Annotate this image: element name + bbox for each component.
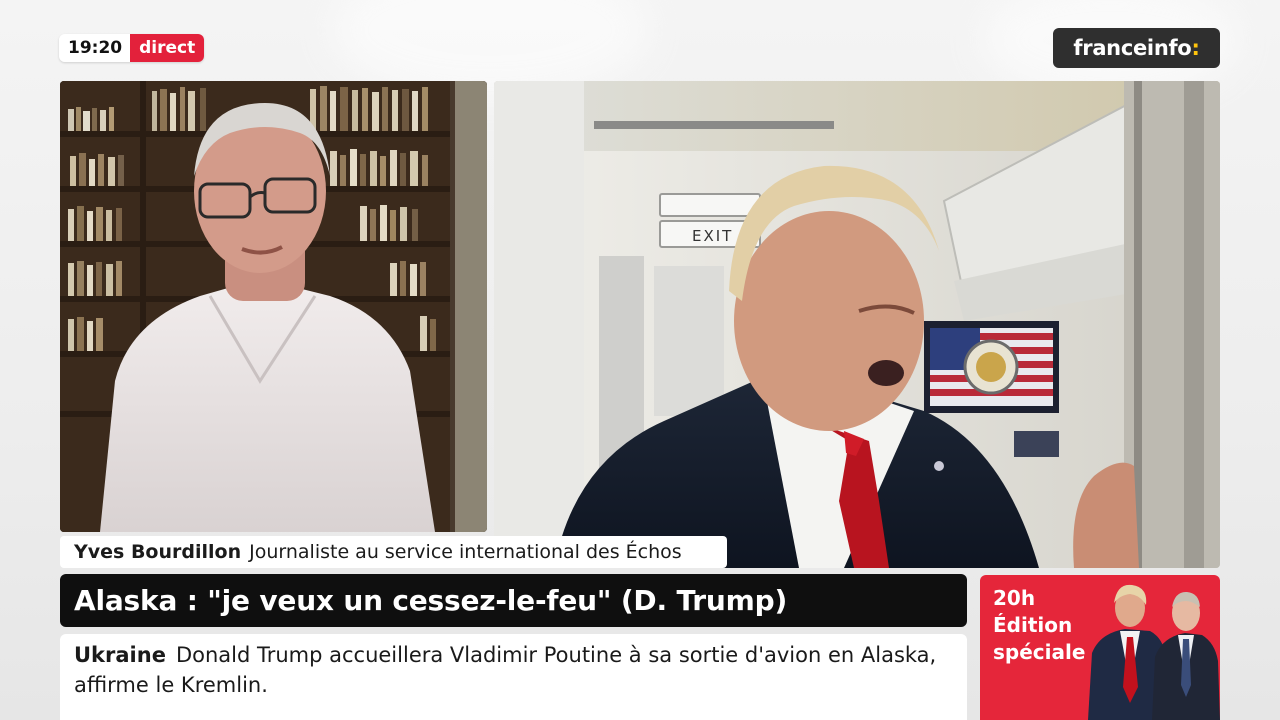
brand-logo: franceinfo: [1053, 28, 1220, 68]
guest-name: Yves Bourdillon [74, 541, 242, 563]
clock-time: 19:20 [59, 34, 131, 62]
brand-logo-colon: : [1191, 36, 1200, 60]
guest-video-image [60, 81, 487, 532]
live-label: direct [130, 34, 205, 62]
ticker-text: Donald Trump accueillera Vladimir Poutin… [74, 643, 937, 697]
guest-role: Journaliste au service international des… [249, 541, 682, 563]
ticker-tag: Ukraine [74, 643, 166, 667]
report-video-image: EXIT [494, 81, 1220, 568]
news-ticker: Ukraine Donald Trump accueillera Vladimir… [60, 634, 967, 720]
video-feed-guest [60, 81, 487, 532]
headline-text: Alaska : "je veux un cessez-le-feu" (D. … [74, 584, 788, 617]
special-edition-promo: 20h Édition spéciale [980, 575, 1220, 720]
brand-logo-text: franceinfo [1073, 36, 1192, 60]
guest-nameplate: Yves Bourdillon Journaliste au service i… [60, 536, 727, 568]
live-badge: 19:20 direct [59, 34, 205, 62]
promo-portraits-image [1088, 584, 1220, 720]
headline-banner: Alaska : "je veux un cessez-le-feu" (D. … [60, 574, 967, 627]
video-feed-report: EXIT [494, 81, 1220, 568]
exit-sign-text: EXIT [692, 227, 733, 245]
